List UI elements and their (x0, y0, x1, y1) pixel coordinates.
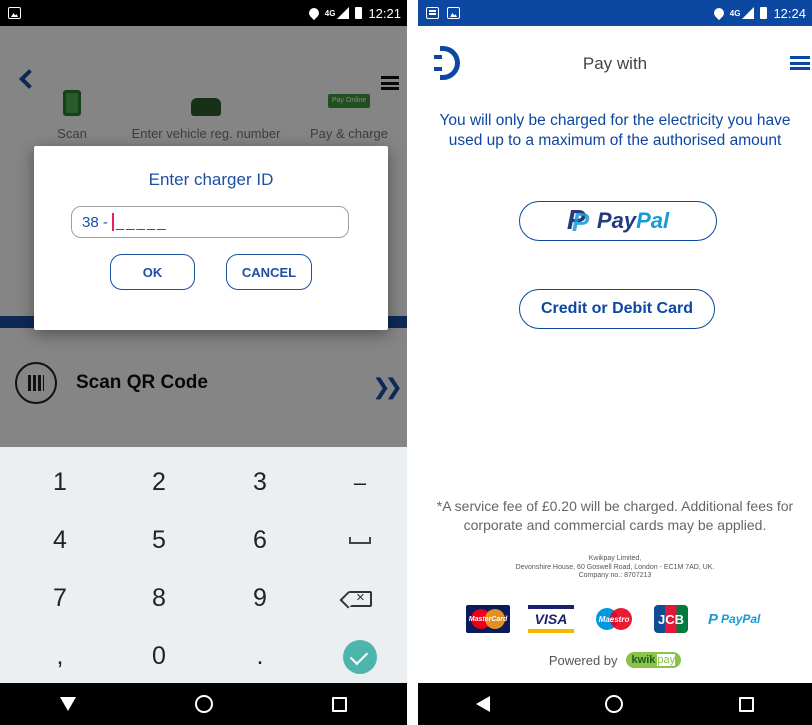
key-2[interactable]: 2 (109, 453, 209, 512)
text-caret (111, 213, 114, 231)
nav-back-icon[interactable] (59, 697, 76, 711)
key-9[interactable]: 9 (210, 569, 310, 628)
company-number: Company no.: 8707213 (578, 572, 652, 579)
location-icon (306, 5, 321, 21)
accepted-cards: MasterCard VISA Maestro JCB P PayPal (466, 605, 812, 635)
nav-back-icon[interactable] (475, 696, 490, 712)
charger-id-input[interactable]: 38 - _____ (71, 206, 349, 238)
signal-icon (742, 7, 755, 19)
key-done[interactable] (310, 627, 407, 686)
system-nav-bar (418, 683, 812, 725)
charger-id-dialog: Enter charger ID 38 - _____ OK CANCEL (34, 146, 388, 330)
key-1[interactable]: 1 (10, 453, 110, 512)
key-5[interactable]: 5 (109, 511, 209, 570)
dialog-title: Enter charger ID (148, 170, 274, 189)
right-phone-screen: 4G 12:24 Pay with You will only be charg… (418, 0, 812, 725)
numeric-keyboard: 1 2 3 – 4 5 6 7 8 9 , 0 . (0, 447, 407, 683)
mastercard-logo-icon: MasterCard (466, 605, 510, 633)
key-7[interactable]: 7 (10, 569, 110, 628)
signal-icon (337, 7, 350, 19)
powered-by: Powered by kwik pay (418, 652, 812, 668)
nav-recents-icon[interactable] (739, 696, 755, 712)
key-period[interactable]: . (210, 627, 310, 686)
status-bar: 4G 12:24 (418, 0, 812, 26)
key-4[interactable]: 4 (10, 511, 110, 570)
company-name: Kwikpay Limited, (588, 555, 642, 562)
key-comma[interactable]: , (10, 627, 110, 686)
paypal-icon (567, 204, 591, 238)
cancel-button[interactable]: CANCEL (226, 254, 312, 290)
jcb-logo-icon: JCB (654, 605, 688, 633)
battery-icon (355, 7, 363, 19)
key-dash[interactable]: – (310, 453, 407, 512)
paypal-logo-icon: P PayPal (708, 610, 761, 628)
checkmark-icon (343, 639, 377, 674)
ok-button[interactable]: OK (110, 254, 195, 290)
paypal-wordmark: PayPal (596, 208, 670, 233)
key-backspace[interactable] (310, 569, 407, 628)
status-time: 12:24 (773, 5, 806, 21)
card-payment-button[interactable]: Credit or Debit Card (519, 289, 715, 329)
charger-id-prefix: 38 - (82, 213, 108, 231)
notes-notification-icon (426, 7, 439, 19)
service-fee-note: *A service fee of £0.20 will be charged.… (436, 498, 794, 533)
location-icon (711, 5, 726, 21)
nav-home-icon[interactable] (605, 695, 624, 713)
company-info: Kwikpay Limited, Devonshire House, 60 Go… (418, 555, 812, 581)
powered-by-label: Powered by (548, 652, 618, 668)
page-title: Pay with (582, 54, 648, 73)
network-type: 4G (729, 8, 741, 18)
maestro-logo-icon: Maestro (594, 605, 634, 633)
status-bar: 4G 12:21 (0, 0, 407, 26)
left-phone-screen: 4G 12:21 Scan Enter vehicle reg. number … (0, 0, 407, 725)
image-notification-icon (8, 7, 21, 19)
space-icon (349, 537, 371, 544)
company-address: Devonshire House, 60 Goswell Road, Londo… (515, 563, 715, 571)
key-3[interactable]: 3 (210, 453, 310, 512)
key-0[interactable]: 0 (109, 627, 209, 686)
image-notification-icon (447, 7, 460, 19)
system-nav-bar (0, 683, 407, 725)
visa-logo-icon: VISA (528, 605, 574, 633)
nav-recents-icon[interactable] (332, 696, 348, 712)
battery-icon (760, 7, 768, 19)
nav-home-icon[interactable] (194, 695, 213, 713)
paypal-button[interactable]: PayPal (519, 201, 717, 241)
backspace-icon (348, 589, 372, 607)
menu-icon[interactable] (790, 56, 810, 70)
key-8[interactable]: 8 (109, 569, 209, 628)
network-type: 4G (324, 8, 336, 18)
key-space[interactable] (310, 511, 407, 570)
status-time: 12:21 (368, 5, 401, 21)
key-6[interactable]: 6 (210, 511, 310, 570)
app-header: Pay with (418, 26, 812, 104)
kwikpay-logo-icon: kwik pay (625, 652, 682, 668)
authorisation-notice: You will only be charged for the electri… (439, 112, 791, 149)
screen-divider (407, 0, 418, 725)
charger-id-mask: _____ (115, 213, 168, 231)
